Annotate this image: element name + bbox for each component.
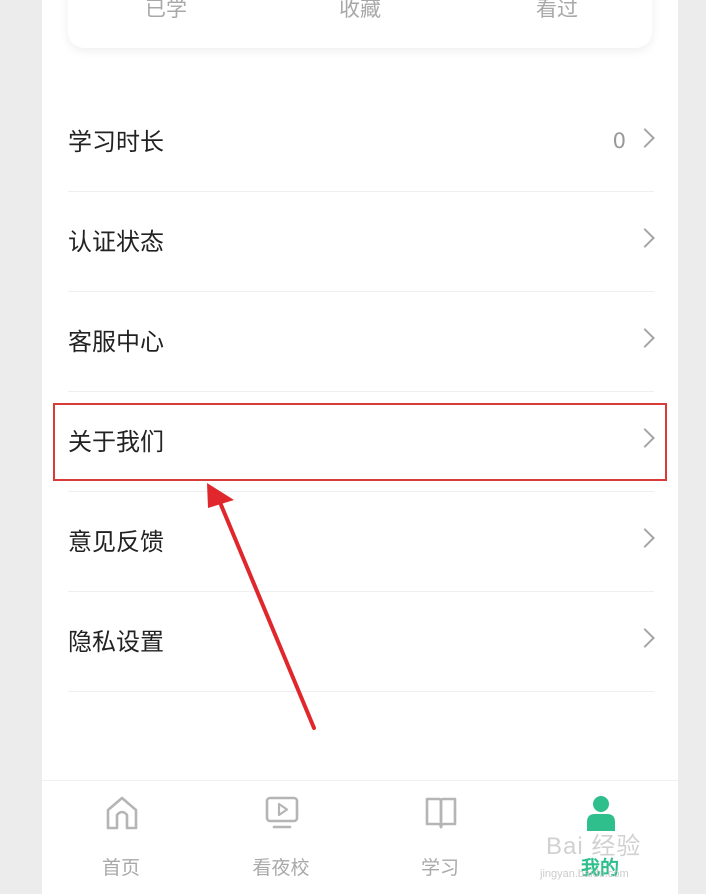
watermark: Bai 经验 <box>546 833 642 860</box>
annotation-arrow-icon <box>207 483 316 730</box>
watermark-url: jingyan.baidu.com <box>540 868 629 880</box>
